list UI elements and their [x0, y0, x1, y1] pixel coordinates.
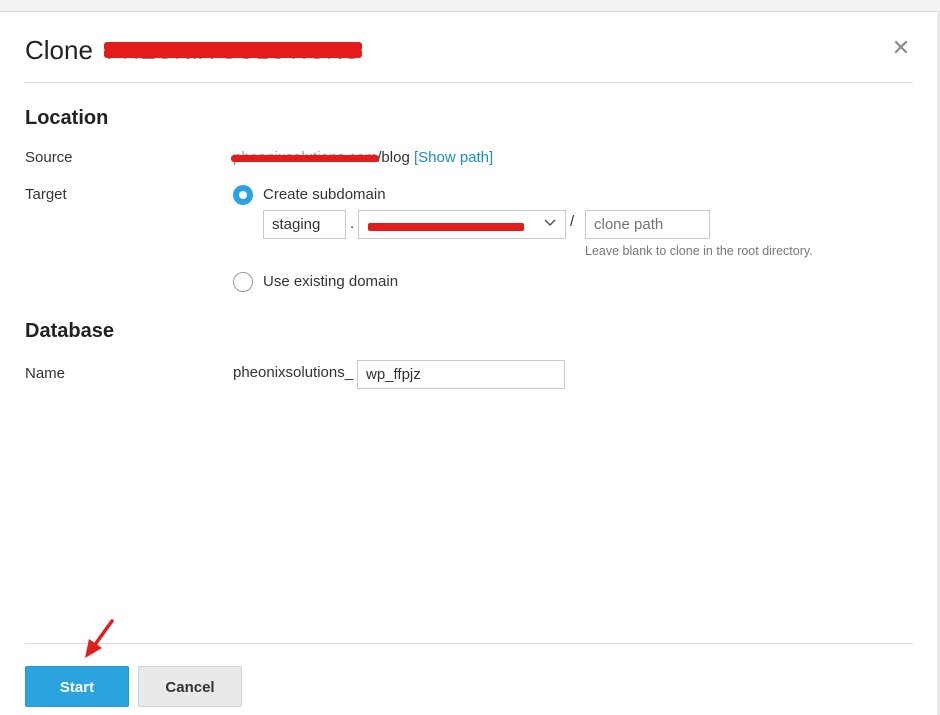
redacted-source-domain: pheonixsolutions.com	[231, 149, 380, 166]
dot-separator: .	[350, 215, 355, 232]
database-heading: Database	[25, 320, 114, 342]
clone-path-hint: Leave blank to clone in the root directo…	[585, 244, 813, 258]
cancel-button[interactable]: Cancel	[138, 666, 242, 707]
dialog-title-prefix: Clone	[25, 35, 93, 65]
target-label: Target	[25, 186, 67, 203]
database-name-input[interactable]	[357, 360, 565, 389]
start-button[interactable]: Start	[25, 666, 129, 707]
source-value: pheonixsolutions.com /blog [Show path]	[231, 149, 493, 166]
footer-divider	[25, 643, 913, 644]
subdomain-input[interactable]	[263, 210, 346, 239]
redacted-site-name: PHEONIX SOLUTIONS	[104, 34, 362, 68]
create-subdomain-radio[interactable]	[233, 185, 253, 205]
use-existing-domain-radio[interactable]	[233, 272, 253, 292]
close-icon[interactable]: ✕	[890, 37, 912, 59]
redacted-domain-value	[368, 223, 524, 231]
show-path-link[interactable]: [Show path]	[414, 149, 493, 166]
slash-separator: /	[570, 213, 575, 230]
red-arrow-icon	[80, 618, 120, 667]
dialog-title: Clone PHEONIX SOLUTIONS	[25, 34, 362, 68]
use-existing-domain-label[interactable]: Use existing domain	[263, 273, 398, 290]
window-top-bar	[0, 0, 940, 12]
create-subdomain-label[interactable]: Create subdomain	[263, 186, 386, 203]
source-label: Source	[25, 149, 73, 166]
domain-select[interactable]	[358, 210, 566, 239]
database-name-prefix: pheonixsolutions_	[233, 364, 354, 381]
clone-path-input[interactable]	[585, 210, 710, 239]
source-path: /blog	[377, 149, 410, 166]
database-name-label: Name	[25, 365, 66, 382]
header-divider	[25, 82, 913, 83]
chevron-down-icon	[544, 216, 556, 233]
location-heading: Location	[25, 107, 109, 129]
